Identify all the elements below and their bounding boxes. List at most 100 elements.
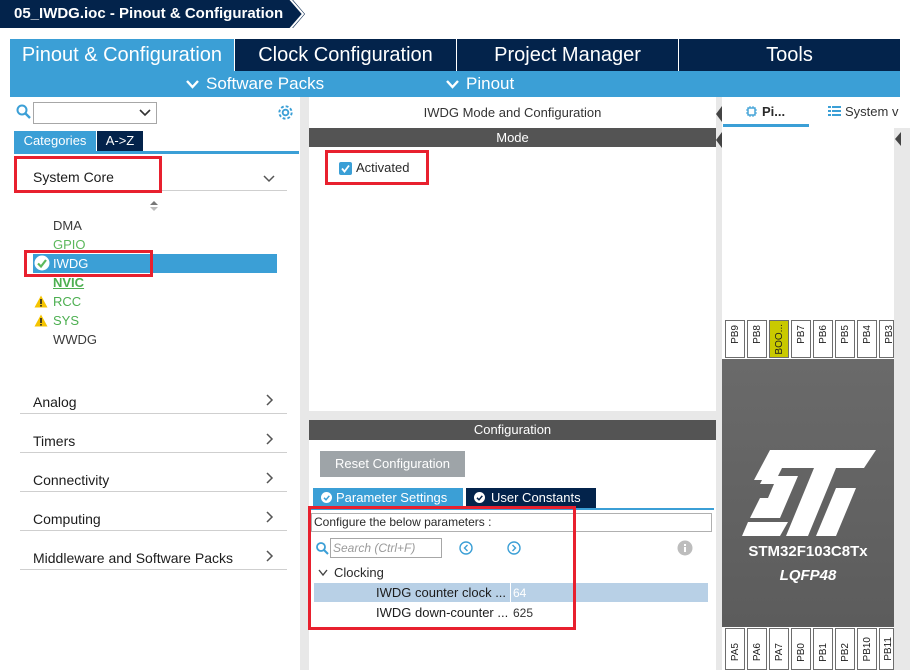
pin-label: PB10 bbox=[862, 637, 873, 662]
list-icon bbox=[828, 106, 841, 116]
tab-tools[interactable]: Tools bbox=[679, 39, 900, 71]
divider bbox=[20, 491, 287, 492]
search-icon bbox=[16, 104, 31, 119]
category-label: Middleware and Software Packs bbox=[33, 550, 233, 566]
pin-label: BOO... bbox=[774, 324, 785, 355]
tab-pinout-view[interactable]: Pi... bbox=[745, 104, 785, 119]
sub-menu-bar: Software Packs Pinout bbox=[10, 71, 900, 97]
chip-package: LQFP48 bbox=[779, 567, 837, 584]
divider bbox=[20, 452, 287, 453]
pin-boot0[interactable]: BOO... bbox=[769, 320, 789, 358]
tab-underline bbox=[14, 151, 299, 154]
pin-label: PA7 bbox=[774, 643, 785, 662]
chevron-right-icon bbox=[266, 511, 274, 523]
main-tab-bar: Pinout & Configuration Clock Configurati… bbox=[10, 39, 900, 71]
chevron-right-icon bbox=[266, 433, 274, 445]
pin-pb2[interactable]: PB2 bbox=[835, 628, 855, 670]
collapse-left-icon[interactable] bbox=[894, 130, 902, 148]
tab-label: System v bbox=[845, 104, 899, 119]
tab-underline bbox=[723, 124, 809, 127]
pinout-menu[interactable]: Pinout bbox=[446, 71, 514, 97]
annotation-box bbox=[308, 506, 576, 630]
software-packs-menu[interactable]: Software Packs bbox=[186, 71, 324, 97]
pin-pb4[interactable]: PB4 bbox=[857, 320, 877, 358]
peripheral-rcc[interactable]: RCC bbox=[53, 294, 81, 309]
reset-configuration-button[interactable]: Reset Configuration bbox=[320, 451, 465, 477]
panel-splitter[interactable] bbox=[309, 411, 716, 420]
pin-pb8[interactable]: PB8 bbox=[747, 320, 767, 358]
pin-label: PB6 bbox=[818, 325, 829, 344]
st-logo-icon bbox=[742, 450, 876, 536]
breadcrumb-arrow-icon bbox=[287, 0, 305, 30]
pin-pa6[interactable]: PA6 bbox=[747, 628, 767, 670]
pin-label: PA5 bbox=[730, 643, 741, 662]
pin-pb9[interactable]: PB9 bbox=[725, 320, 745, 358]
pin-pb0[interactable]: PB0 bbox=[791, 628, 811, 670]
warning-icon bbox=[34, 295, 48, 308]
pin-pa5[interactable]: PA5 bbox=[725, 628, 745, 670]
pin-pb7[interactable]: PB7 bbox=[791, 320, 811, 358]
chip-icon bbox=[746, 106, 757, 117]
chevron-down-icon bbox=[186, 80, 199, 89]
chevron-right-icon bbox=[266, 550, 274, 562]
annotation-box bbox=[325, 150, 429, 185]
tab-pinout-configuration[interactable]: Pinout & Configuration bbox=[10, 39, 235, 71]
tab-clock-configuration[interactable]: Clock Configuration bbox=[235, 39, 457, 71]
tab-parameter-settings[interactable]: Parameter Settings bbox=[313, 488, 463, 508]
category-analog[interactable]: Analog bbox=[33, 394, 287, 410]
tab-label: Pi... bbox=[762, 104, 786, 119]
configuration-section-header: Configuration bbox=[309, 420, 716, 440]
peripheral-nvic[interactable]: NVIC bbox=[53, 275, 84, 290]
category-connectivity[interactable]: Connectivity bbox=[33, 472, 287, 488]
tab-project-manager[interactable]: Project Manager bbox=[457, 39, 679, 71]
peripheral-dma[interactable]: DMA bbox=[53, 218, 82, 233]
gear-icon[interactable] bbox=[276, 103, 295, 122]
tab-a-to-z[interactable]: A->Z bbox=[97, 131, 143, 151]
pin-label: PA6 bbox=[752, 643, 763, 662]
pin-pb5[interactable]: PB5 bbox=[835, 320, 855, 358]
pin-label: PB5 bbox=[840, 325, 851, 344]
pin-pb11[interactable]: PB11 bbox=[879, 628, 894, 670]
pin-label: PB2 bbox=[840, 643, 851, 662]
peripheral-sys[interactable]: SYS bbox=[53, 313, 79, 328]
divider bbox=[20, 530, 287, 531]
pin-pb10[interactable]: PB10 bbox=[857, 628, 877, 670]
category-label: Connectivity bbox=[33, 472, 110, 488]
pin-pb3[interactable]: PB3 bbox=[879, 320, 894, 358]
category-label: Timers bbox=[33, 433, 76, 449]
divider bbox=[20, 569, 287, 570]
window-title: 05_IWDG.ioc - Pinout & Configuration bbox=[0, 0, 292, 28]
info-icon[interactable] bbox=[677, 540, 693, 556]
chip-name: STM32F103C8Tx bbox=[748, 543, 868, 560]
category-computing[interactable]: Computing bbox=[33, 511, 287, 527]
pin-label: PB1 bbox=[818, 643, 829, 662]
sort-icon[interactable] bbox=[149, 200, 159, 212]
mode-section-header: Mode bbox=[309, 128, 716, 147]
warning-icon bbox=[34, 314, 48, 327]
tab-system-view[interactable]: System v bbox=[828, 104, 898, 119]
category-label: Analog bbox=[33, 394, 77, 410]
chevron-right-icon bbox=[266, 472, 274, 484]
software-packs-label: Software Packs bbox=[206, 74, 325, 93]
pin-label: PB7 bbox=[796, 325, 807, 344]
chevron-down-icon bbox=[446, 80, 459, 89]
category-middleware[interactable]: Middleware and Software Packs bbox=[33, 550, 287, 566]
pin-pb6[interactable]: PB6 bbox=[813, 320, 833, 358]
check-circle-icon bbox=[321, 492, 332, 503]
pin-label: PB11 bbox=[883, 637, 894, 661]
pin-pb1[interactable]: PB1 bbox=[813, 628, 833, 670]
pin-label: PB9 bbox=[730, 325, 741, 344]
tab-categories[interactable]: Categories bbox=[14, 131, 96, 151]
tab-user-constants[interactable]: User Constants bbox=[466, 488, 596, 508]
pinout-menu-label: Pinout bbox=[466, 74, 515, 93]
vertical-scrollbar[interactable] bbox=[894, 128, 910, 670]
check-circle-icon bbox=[474, 492, 485, 503]
pin-label: PB3 bbox=[884, 325, 894, 344]
pin-pa7[interactable]: PA7 bbox=[769, 628, 789, 670]
divider bbox=[20, 413, 287, 414]
category-timers[interactable]: Timers bbox=[33, 433, 287, 449]
chevron-down-icon bbox=[263, 175, 275, 183]
peripheral-wwdg[interactable]: WWDG bbox=[53, 332, 97, 347]
category-label: Computing bbox=[33, 511, 101, 527]
chevron-down-icon[interactable] bbox=[136, 103, 154, 123]
